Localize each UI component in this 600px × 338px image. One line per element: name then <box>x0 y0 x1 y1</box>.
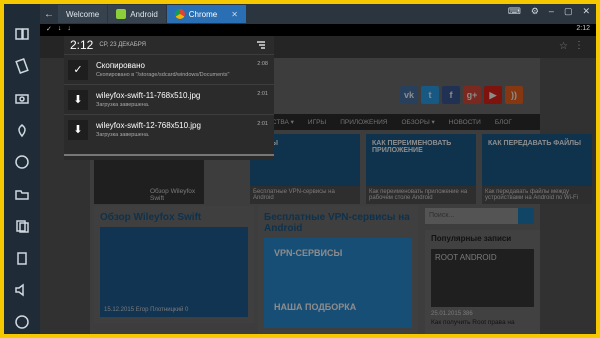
download-icon: ⬇ <box>68 119 88 140</box>
notification-subtitle: Загрузка завершена. <box>96 102 150 108</box>
maximize-icon[interactable]: ▢ <box>564 6 573 17</box>
notification-time: 2:01 <box>257 91 268 97</box>
gear-icon[interactable]: ⚙ <box>531 6 539 17</box>
minimize-icon[interactable]: – <box>549 6 554 17</box>
notification-title: Скопировано <box>96 61 145 70</box>
status-time: 2:12 <box>576 25 590 32</box>
notification-title: wileyfox-swift-12-768x510.jpg <box>96 121 201 130</box>
folder-icon[interactable] <box>12 184 32 204</box>
notification-time: 2:08 <box>257 61 268 67</box>
tab-welcome[interactable]: Welcome <box>58 5 108 23</box>
tab-label: Chrome <box>188 9 218 19</box>
notification-date: СР, 23 ДЕКАБРЯ <box>99 42 146 48</box>
copy-icon[interactable] <box>12 216 32 236</box>
notification-panel: 2:12 СР, 23 ДЕКАБРЯ ✓ Скопировано Скопиро… <box>64 36 274 160</box>
multi-window-icon[interactable] <box>12 24 32 44</box>
tab-chrome[interactable]: Chrome ✕ <box>166 5 246 23</box>
notification-title: wileyfox-swift-11-768x510.jpg <box>96 91 201 100</box>
notification-time: 2:01 <box>257 121 268 127</box>
sidebar <box>4 4 40 334</box>
chrome-icon <box>174 9 185 19</box>
location-icon[interactable] <box>12 120 32 140</box>
volume-icon[interactable] <box>12 280 32 300</box>
notification-subtitle: Загрузка завершена. <box>96 132 150 138</box>
notification-item[interactable]: ⬇ wileyfox-swift-12-768x510.jpg Загрузка … <box>64 114 274 144</box>
notification-handle[interactable] <box>64 154 274 156</box>
help-icon[interactable] <box>12 312 32 332</box>
notification-subtitle: Скопировано в "/storage/sdcard/windows/D… <box>96 72 230 78</box>
notification-item[interactable]: ⬇ wileyfox-swift-11-768x510.jpg Загрузка … <box>64 84 274 114</box>
android-icon <box>116 9 127 19</box>
emulator-window: ← Welcome Android Chrome ✕ ⌨ ⚙ – ▢ ✕ ✓ ↓ … <box>40 4 596 334</box>
notification-clock: 2:12 <box>70 38 94 52</box>
window-controls: ⌨ ⚙ – ▢ ✕ <box>508 6 590 17</box>
download-icon: ⬇ <box>68 89 88 110</box>
window-close-icon[interactable]: ✕ <box>582 6 590 17</box>
tab-bar: ← Welcome Android Chrome ✕ ⌨ ⚙ – ▢ ✕ <box>40 4 596 24</box>
clipboard-icon[interactable] <box>12 248 32 268</box>
tab-android[interactable]: Android <box>108 5 166 23</box>
check-icon: ✓ <box>46 26 52 33</box>
download-icon: ↓ <box>57 25 62 32</box>
download-icon: ↓ <box>67 25 71 32</box>
status-icons: ✓ ↓ ↓ <box>46 25 71 33</box>
tab-label: Android <box>130 9 158 19</box>
window-frame: ← Welcome Android Chrome ✕ ⌨ ⚙ – ▢ ✕ ✓ ↓ … <box>0 0 600 338</box>
quick-settings-icon[interactable] <box>256 40 266 50</box>
android-status-bar: ✓ ↓ ↓ 2:12 <box>40 24 596 36</box>
apk-icon[interactable] <box>12 152 32 172</box>
notification-header: 2:12 СР, 23 ДЕКАБРЯ <box>64 36 274 54</box>
close-icon[interactable]: ✕ <box>231 10 238 19</box>
back-arrow-icon[interactable]: ← <box>40 5 58 23</box>
camera-icon[interactable] <box>12 88 32 108</box>
keyboard-icon[interactable]: ⌨ <box>508 6 521 17</box>
check-icon: ✓ <box>68 59 88 80</box>
rotate-icon[interactable] <box>12 56 32 76</box>
notification-item[interactable]: ✓ Скопировано Скопировано в "/storage/sdc… <box>64 54 274 84</box>
tab-label: Welcome <box>66 9 100 19</box>
